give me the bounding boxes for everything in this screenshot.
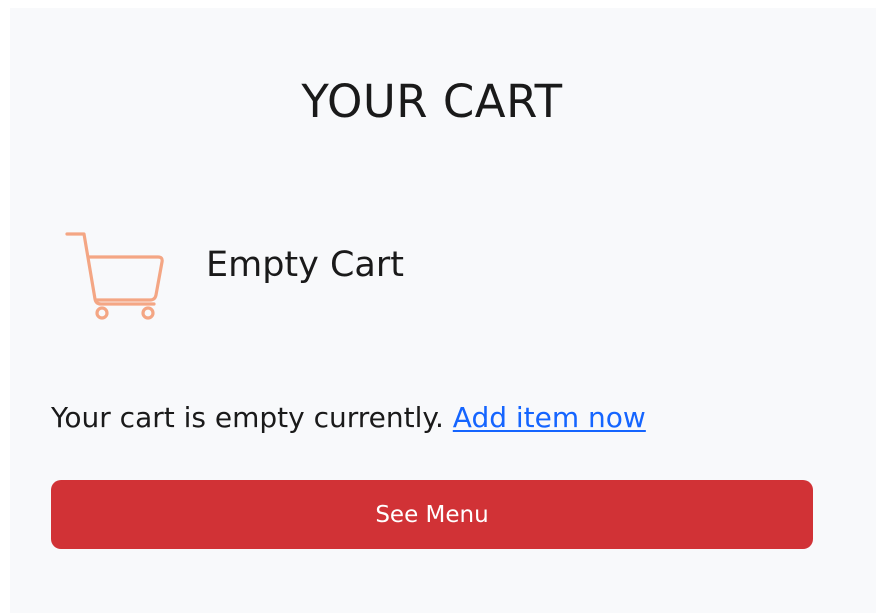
see-menu-button[interactable]: See Menu (51, 480, 813, 549)
empty-cart-label: Empty Cart (206, 245, 404, 285)
cart-panel: YOUR CART Empty Cart Your cart is empty … (10, 8, 876, 613)
empty-cart-message: Your cart is empty currently. Add item n… (51, 400, 646, 436)
add-item-link[interactable]: Add item now (453, 401, 646, 434)
page-title: YOUR CART (301, 75, 563, 128)
empty-cart-text: Your cart is empty currently. (51, 401, 444, 434)
shopping-cart-icon (65, 232, 164, 320)
